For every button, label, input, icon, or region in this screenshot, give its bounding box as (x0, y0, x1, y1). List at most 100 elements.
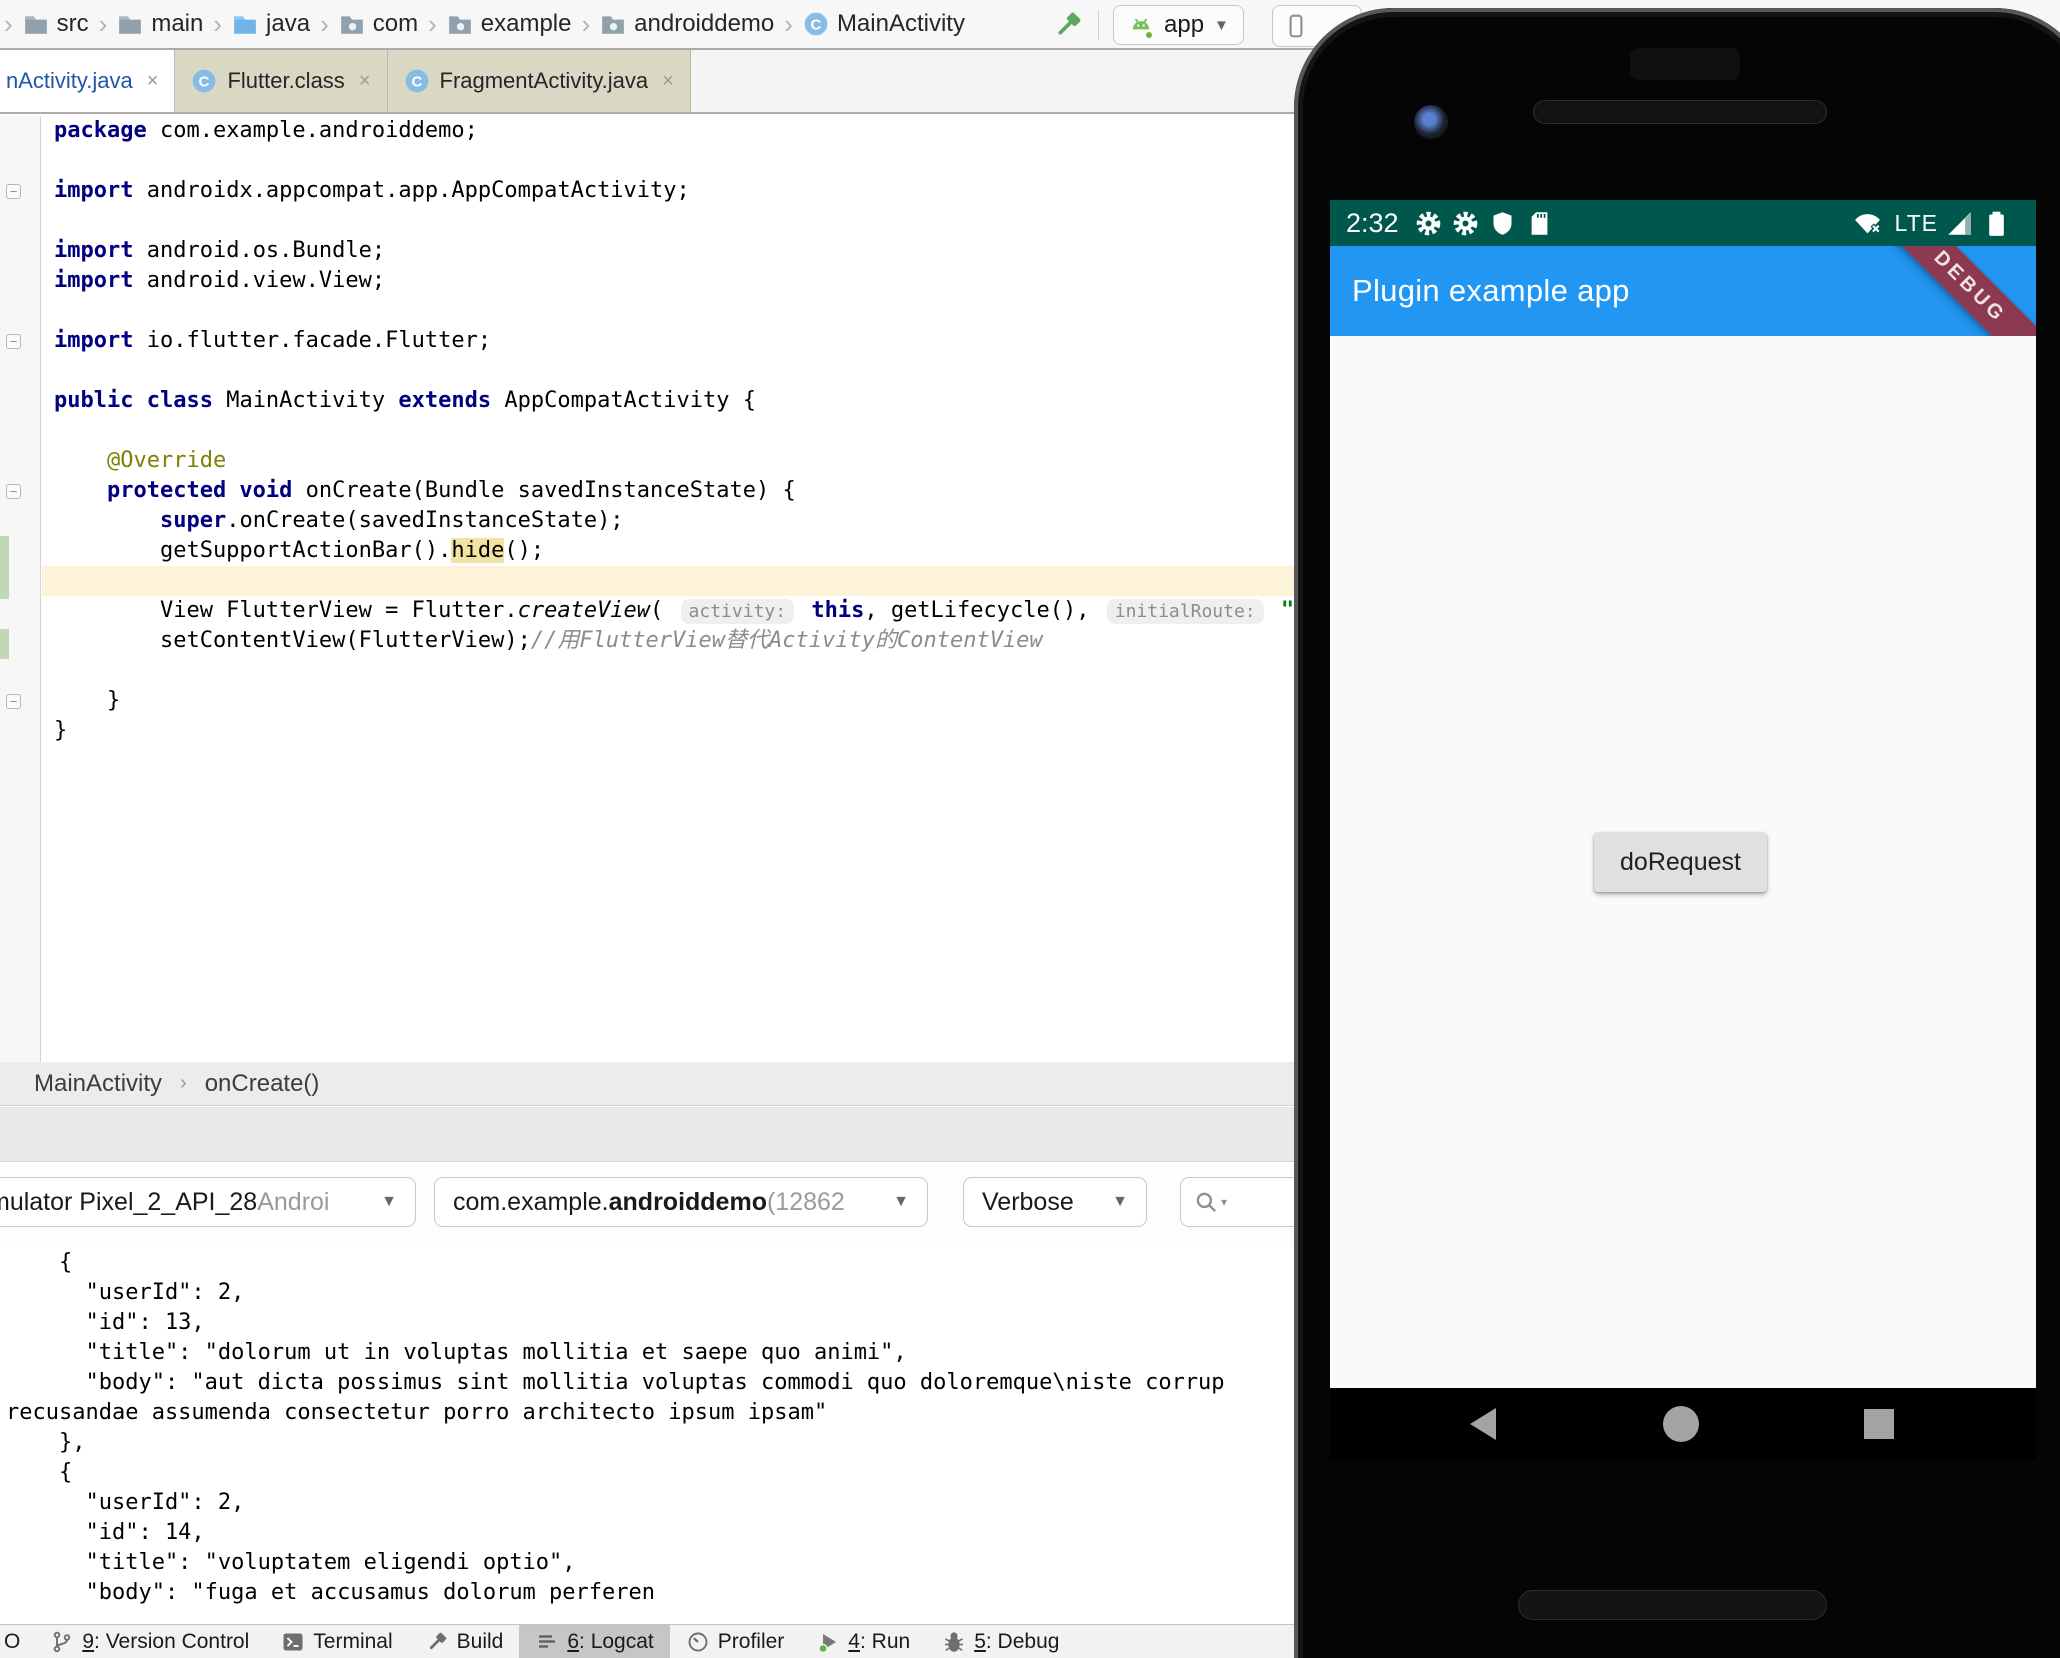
statusbar-item-label: Profiler (718, 1630, 785, 1654)
statusbar-item-build[interactable]: Build (409, 1625, 520, 1658)
log-line: "title": "voluptatem eligendi optio", (6, 1548, 576, 1578)
build-hammer-icon[interactable] (1052, 9, 1084, 41)
fold-icon[interactable]: − (6, 484, 21, 499)
statusbar-item-run[interactable]: 4: Run (800, 1625, 926, 1658)
device-dropdown-text: mulator Pixel_2_API_28 (0, 1188, 257, 1217)
editor-tab-nActivity.java[interactable]: nActivity.java × (0, 50, 175, 112)
statusbar-item-label: 9: Version Control (82, 1630, 249, 1654)
breadcrumb-class[interactable]: MainActivity (34, 1070, 162, 1098)
terminal-icon (281, 1630, 305, 1654)
android-navigation-bar (1330, 1388, 2036, 1460)
gear-icon (1452, 210, 1479, 237)
network-type-label: LTE (1895, 210, 1938, 237)
phone-device-icon (1283, 13, 1309, 39)
run-icon (816, 1630, 840, 1654)
code-line: @Override (54, 446, 226, 476)
statusbar-item-profiler[interactable]: Profiler (670, 1625, 801, 1658)
svg-text:C: C (810, 16, 821, 33)
breadcrumb-label: main (151, 10, 203, 38)
change-marker (0, 629, 9, 659)
breadcrumb-method[interactable]: onCreate() (205, 1070, 320, 1098)
shield-icon (1489, 210, 1516, 237)
do-request-button[interactable]: doRequest (1594, 832, 1767, 892)
class-icon: C (191, 68, 217, 94)
chevron-down-icon: ▼ (1098, 1193, 1128, 1211)
statusbar-item-logcat[interactable]: 6: Logcat (519, 1625, 669, 1658)
chevron-right-icon: › (180, 1072, 187, 1095)
breadcrumb-item-com[interactable]: com (335, 10, 422, 38)
breadcrumb-label: example (481, 10, 572, 38)
process-dropdown[interactable]: com.example. androiddemo (12862 ▼ (434, 1177, 928, 1227)
run-config-label: app (1164, 11, 1204, 39)
signal-icon (1946, 210, 1973, 237)
statusbar-item-debug[interactable]: 5: Debug (926, 1625, 1075, 1658)
wifi-off-icon (1854, 210, 1881, 237)
log-line: "body": "aut dicta possimus sint molliti… (6, 1368, 1225, 1398)
editor-tab-Flutter.class[interactable]: C Flutter.class × (175, 50, 387, 112)
toolbar-separator (1098, 10, 1099, 40)
statusbar-item-label: 5: Debug (974, 1630, 1059, 1654)
front-camera (1414, 105, 1448, 139)
chevron-right-icon: › (581, 9, 590, 40)
change-marker (0, 536, 9, 599)
statusbar-item-label: 6: Logcat (567, 1630, 653, 1654)
log-level-value: Verbose (982, 1188, 1074, 1217)
chevron-down-icon: ▼ (367, 1193, 397, 1211)
breadcrumb-item-MainActivity[interactable]: CMainActivity (799, 10, 969, 38)
breadcrumb-item-src[interactable]: src (19, 10, 93, 38)
run-configuration-selector[interactable]: app ▼ (1113, 5, 1244, 45)
tab-label: Flutter.class (227, 68, 344, 94)
class-icon: C (803, 11, 829, 37)
chevron-right-icon: › (99, 9, 108, 40)
app-bar-title: Plugin example app (1330, 273, 1630, 309)
breadcrumb-label: androiddemo (634, 10, 774, 38)
chevron-right-icon: › (784, 9, 793, 40)
device-dropdown[interactable]: mulator Pixel_2_API_28 Androi ▼ (0, 1177, 416, 1227)
chevron-right-icon: › (213, 9, 222, 40)
bottom-speaker (1518, 1590, 1827, 1620)
fold-icon[interactable]: − (6, 334, 21, 349)
code-line: super.onCreate(savedInstanceState); (54, 506, 624, 536)
breadcrumb-label: src (57, 10, 89, 38)
chevron-down-icon: ▼ (1214, 17, 1229, 34)
code-line: setContentView(FlutterView);//用FlutterVi… (54, 626, 1043, 656)
log-line: }, (6, 1428, 85, 1458)
nav-recents-icon[interactable] (1864, 1409, 1894, 1439)
statusbar-item-terminal[interactable]: Terminal (265, 1625, 408, 1658)
folder-icon (117, 11, 143, 37)
close-icon[interactable]: × (359, 70, 371, 93)
breadcrumb-item-main[interactable]: main (113, 10, 207, 38)
log-line: "body": "fuga et accusamus dolorum perfe… (6, 1578, 655, 1608)
main-toolbar: app ▼ (1052, 0, 1244, 50)
log-level-dropdown[interactable]: Verbose ▼ (963, 1177, 1147, 1227)
breadcrumb-label: java (266, 10, 310, 38)
search-icon (1193, 1189, 1219, 1215)
close-icon[interactable]: × (147, 70, 159, 93)
code-line: package com.example.androiddemo; (54, 116, 478, 146)
log-line: "id": 14, (6, 1518, 205, 1548)
breadcrumb-item-androiddemo[interactable]: androiddemo (596, 10, 778, 38)
svg-text:C: C (411, 73, 422, 90)
fold-icon[interactable]: − (6, 184, 21, 199)
editor-gutter: − − − − (0, 116, 41, 1062)
breadcrumb-item-example[interactable]: example (443, 10, 576, 38)
editor-tab-FragmentActivity.java[interactable]: CFragmentActivity.java× (388, 50, 691, 112)
log-line: "userId": 2, (6, 1278, 244, 1308)
close-icon[interactable]: × (662, 70, 674, 93)
nav-back-icon[interactable] (1470, 1408, 1496, 1440)
chevron-right-icon: › (320, 9, 329, 40)
fold-icon[interactable]: − (6, 694, 21, 709)
statusbar-partial-label: O (0, 1630, 34, 1654)
code-line: import android.view.View; (54, 266, 385, 296)
breadcrumb-item-java[interactable]: java (228, 10, 314, 38)
code-line: protected void onCreate(Bundle savedInst… (54, 476, 796, 506)
app-bar: Plugin example app DEBUG (1330, 246, 2036, 336)
profiler-icon (686, 1630, 710, 1654)
nav-home-icon[interactable] (1663, 1406, 1699, 1442)
tab-label: nActivity.java (6, 68, 133, 94)
earpiece-speaker (1533, 100, 1827, 124)
code-line: import io.flutter.facade.Flutter; (54, 326, 491, 356)
chevron-right-icon: › (428, 9, 437, 40)
process-prefix: com.example. (453, 1188, 609, 1217)
statusbar-item-version-control[interactable]: 9: Version Control (34, 1625, 265, 1658)
